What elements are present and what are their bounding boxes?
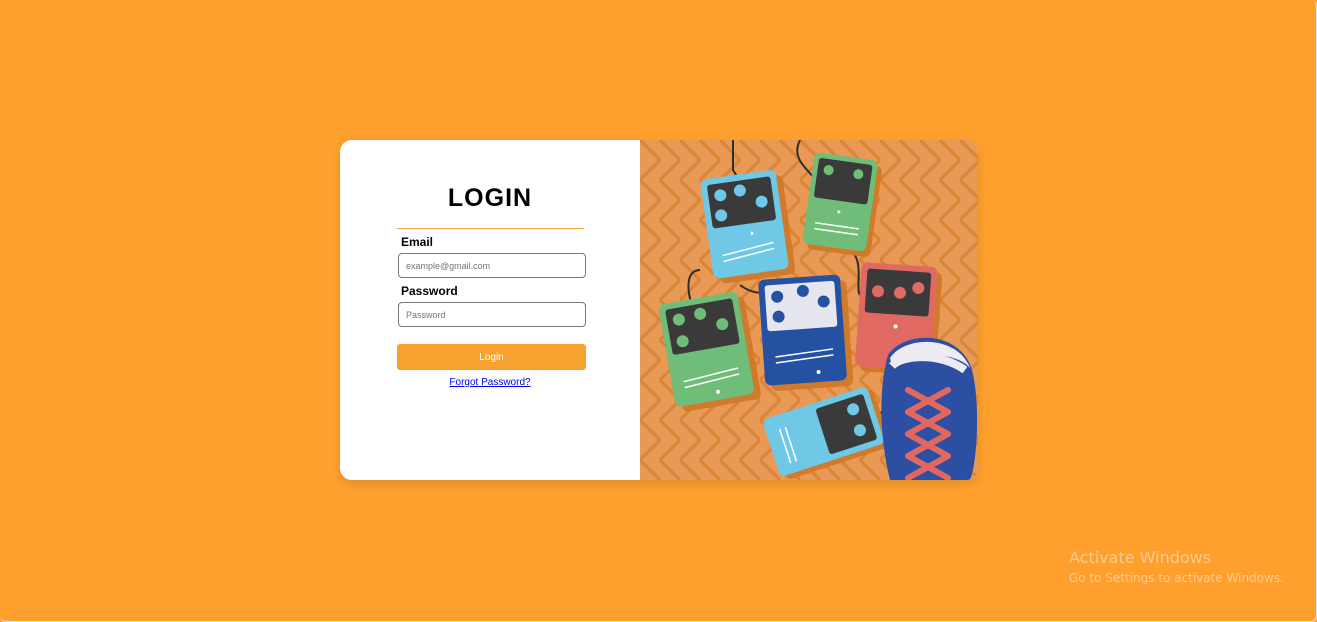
password-label: Password bbox=[401, 284, 458, 298]
pedal-light-blue-top bbox=[700, 170, 796, 284]
login-card: LOGIN Email Password Login Forgot Passwo… bbox=[340, 140, 978, 480]
forgot-password-link[interactable]: Forgot Password? bbox=[340, 377, 640, 388]
watermark-subtitle: Go to Settings to activate Windows. bbox=[1069, 571, 1284, 585]
sneaker bbox=[881, 337, 978, 480]
title-divider bbox=[397, 228, 584, 229]
pedal-green-top bbox=[802, 152, 882, 257]
pedals-illustration bbox=[640, 140, 978, 480]
email-label: Email bbox=[401, 235, 434, 249]
login-form-panel: LOGIN Email Password Login Forgot Passwo… bbox=[340, 140, 640, 480]
pedal-dark-blue-center bbox=[758, 274, 854, 391]
watermark-title: Activate Windows bbox=[1069, 548, 1212, 567]
activate-windows-watermark: Activate Windows Go to Settings to activ… bbox=[1069, 548, 1284, 585]
password-field[interactable] bbox=[398, 302, 586, 327]
login-title: LOGIN bbox=[447, 184, 533, 212]
illustration-panel bbox=[640, 140, 978, 480]
email-field[interactable] bbox=[398, 253, 586, 278]
login-button[interactable]: Login bbox=[397, 344, 586, 370]
